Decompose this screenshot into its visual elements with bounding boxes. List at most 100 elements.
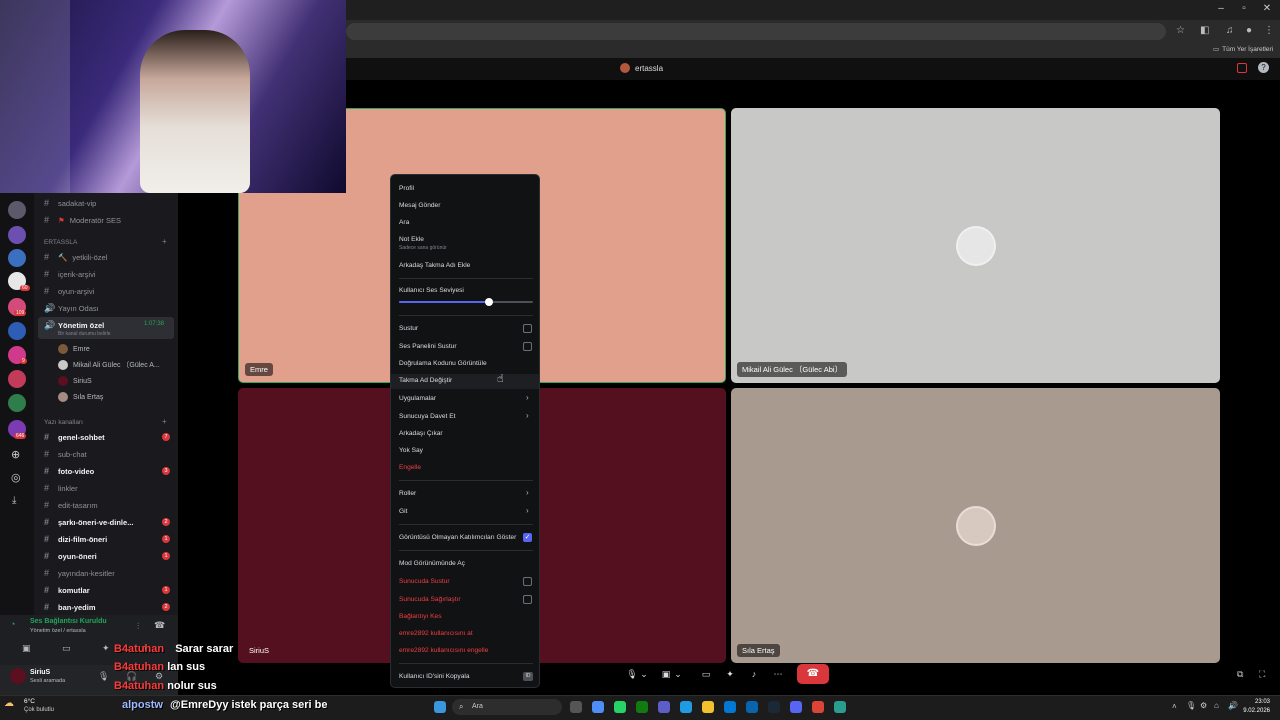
menu-item-kick[interactable]: emre2892 kullanıcısını at — [399, 630, 473, 637]
menu-item-ban[interactable]: emre2892 kullanıcısını engelle — [399, 647, 488, 654]
clock-time[interactable]: 23:03 — [1242, 699, 1270, 705]
menu-item-mute[interactable]: Sustur — [399, 325, 418, 332]
channel-item[interactable]: # edit-tasarım — [44, 500, 98, 510]
signal-icon[interactable]: ◔ — [10, 619, 15, 629]
channel-item[interactable]: # linkler — [44, 483, 78, 493]
noise-suppression-icon[interactable]: ⫶ — [137, 621, 139, 632]
media-icon[interactable]: ♫ — [1226, 25, 1234, 36]
category-header[interactable]: Yazı kanalları — [44, 419, 83, 426]
steam-icon[interactable] — [768, 701, 780, 713]
menu-item-friend-nickname[interactable]: Arkadaş Takma Adı Ekle — [399, 262, 470, 269]
add-channel-icon[interactable]: + — [162, 417, 167, 426]
download-icon[interactable]: ⤓ — [12, 495, 16, 506]
address-bar[interactable] — [346, 23, 1166, 40]
channel-item[interactable]: # genel-sohbet — [44, 432, 105, 442]
activity-icon[interactable]: ✦ — [720, 666, 740, 682]
more-icon[interactable]: ⋯ — [768, 666, 788, 682]
discover-icon[interactable]: ◎ — [11, 471, 21, 484]
menu-item-apps[interactable]: Uygulamalar — [399, 395, 436, 402]
menu-item-show-nonvideo[interactable]: Görüntüsü Olmayan Katılımcıları Göster — [399, 534, 516, 541]
edge-icon[interactable] — [680, 701, 692, 713]
show-nonvideo-checkbox[interactable]: ✓ — [523, 533, 532, 542]
voice-user[interactable]: Sıla Ertaş — [58, 392, 103, 402]
add-server-icon[interactable]: ⊕ — [11, 448, 20, 461]
server-deafen-checkbox[interactable] — [523, 595, 532, 604]
store-icon[interactable] — [724, 701, 736, 713]
mute-soundboard-checkbox[interactable] — [523, 342, 532, 351]
menu-item-disconnect[interactable]: Bağlantıyı Kes — [399, 613, 442, 620]
menu-item-mute-soundboard[interactable]: Ses Panelini Sustur — [399, 343, 457, 350]
server-icon[interactable] — [8, 394, 26, 412]
mic-tray-icon[interactable]: 🎙 — [1186, 701, 1196, 710]
voice-user[interactable]: Mikail Ali Gülec 〔Gülec A... — [58, 360, 160, 370]
app-icon[interactable] — [834, 701, 846, 713]
inbox-icon[interactable] — [1237, 63, 1247, 73]
channel-item[interactable]: # foto-video — [44, 466, 94, 476]
star-icon[interactable]: ☆ — [1176, 25, 1185, 36]
disconnect-icon[interactable]: ☎ — [154, 620, 165, 631]
server-mute-checkbox[interactable] — [523, 577, 532, 586]
chevron-down-icon[interactable]: ⌄ — [672, 666, 684, 682]
menu-item-invite[interactable]: Sunucuya Davet Et — [399, 413, 455, 420]
category-header[interactable]: ERTASSLA — [44, 239, 77, 246]
activity-icon[interactable]: ✦ — [102, 643, 110, 654]
discord-icon[interactable] — [790, 701, 802, 713]
clock-date[interactable]: 9.02.2026 — [1236, 708, 1270, 714]
app-icon[interactable] — [592, 701, 604, 713]
menu-item-remove-friend[interactable]: Arkadaşı Çıkar — [399, 430, 443, 437]
voice-location[interactable]: Yönetim özel / ertassla — [30, 628, 86, 634]
channel-item[interactable]: # ⚑ Moderatör SES — [44, 215, 121, 225]
task-view-icon[interactable] — [570, 701, 582, 713]
server-icon[interactable] — [8, 249, 26, 267]
close-icon[interactable]: ✕ — [1260, 3, 1274, 14]
weather-icon[interactable]: ☁ — [4, 698, 14, 709]
soundboard-icon[interactable]: ♪ — [744, 666, 764, 682]
add-channel-icon[interactable]: + — [162, 237, 167, 246]
channel-item[interactable]: # oyun-öneri — [44, 551, 97, 561]
popout-icon[interactable]: ⧉ — [1237, 669, 1243, 680]
menu-item-ignore[interactable]: Yok Say — [399, 447, 423, 454]
menu-item-roles[interactable]: Roller — [399, 490, 416, 497]
video-tile[interactable]: Mikail Ali Gülec 〔Gülec Abi〕 — [731, 108, 1220, 383]
server-icon[interactable] — [8, 370, 26, 388]
chevron-up-icon[interactable]: ˄ — [1172, 702, 1177, 711]
menu-item-block[interactable]: Engelle — [399, 464, 421, 471]
start-icon[interactable] — [434, 701, 446, 713]
teams-icon[interactable] — [658, 701, 670, 713]
menu-item-profile[interactable]: Profil — [399, 185, 414, 192]
channel-item[interactable]: # dizi-film-öneri — [44, 534, 107, 544]
channel-item[interactable]: # içerik-arşivi — [44, 269, 96, 279]
hang-up-button[interactable]: ☎ — [797, 664, 829, 684]
all-bookmarks[interactable]: ▭ Tüm Yer İşaretleri — [1213, 45, 1273, 54]
menu-item-verification-code[interactable]: Doğrulama Kodunu Görüntüle — [399, 360, 487, 367]
channel-item[interactable]: # yayından-kesitler — [44, 568, 115, 578]
file-explorer-icon[interactable] — [702, 701, 714, 713]
network-icon[interactable]: ⌂ — [1214, 701, 1219, 710]
mute-checkbox[interactable] — [523, 324, 532, 333]
menu-icon[interactable]: ⋮ — [1264, 25, 1274, 36]
fullscreen-icon[interactable]: ⛶ — [1259, 669, 1265, 680]
video-tile[interactable]: Sıla Ertaş — [731, 388, 1220, 663]
screen-share-icon[interactable]: ▭ — [62, 643, 71, 654]
help-icon[interactable]: ? — [1258, 62, 1269, 73]
outlook-icon[interactable] — [746, 701, 758, 713]
channel-item[interactable]: # oyun-arşivi — [44, 286, 94, 296]
volume-slider[interactable] — [399, 298, 533, 306]
menu-item-server-deafen[interactable]: Sunucuda Sağırlaştır — [399, 596, 461, 603]
chevron-down-icon[interactable]: ⌄ — [638, 666, 650, 682]
microphone-icon[interactable]: 🎙 — [98, 671, 109, 682]
settings-icon[interactable]: ⚙ — [1200, 701, 1207, 710]
maximize-icon[interactable]: ▫ — [1237, 3, 1251, 14]
menu-item-go[interactable]: Git — [399, 508, 407, 515]
menu-item-change-nickname[interactable]: Takma Ad Değiştir — [399, 377, 452, 384]
voice-status-hint[interactable]: Bir kanal durumu belirle — [58, 331, 111, 337]
screen-share-icon[interactable]: ▭ — [696, 666, 716, 682]
menu-item-copy-id[interactable]: Kullanıcı ID'sini Kopyala — [399, 673, 470, 680]
whatsapp-icon[interactable] — [614, 701, 626, 713]
server-icon[interactable] — [8, 226, 26, 244]
xbox-icon[interactable] — [636, 701, 648, 713]
avatar[interactable] — [10, 668, 26, 684]
extensions-icon[interactable]: ◧ — [1200, 25, 1209, 36]
minimize-icon[interactable]: – — [1214, 3, 1228, 14]
video-icon[interactable]: ▣ — [22, 643, 31, 654]
